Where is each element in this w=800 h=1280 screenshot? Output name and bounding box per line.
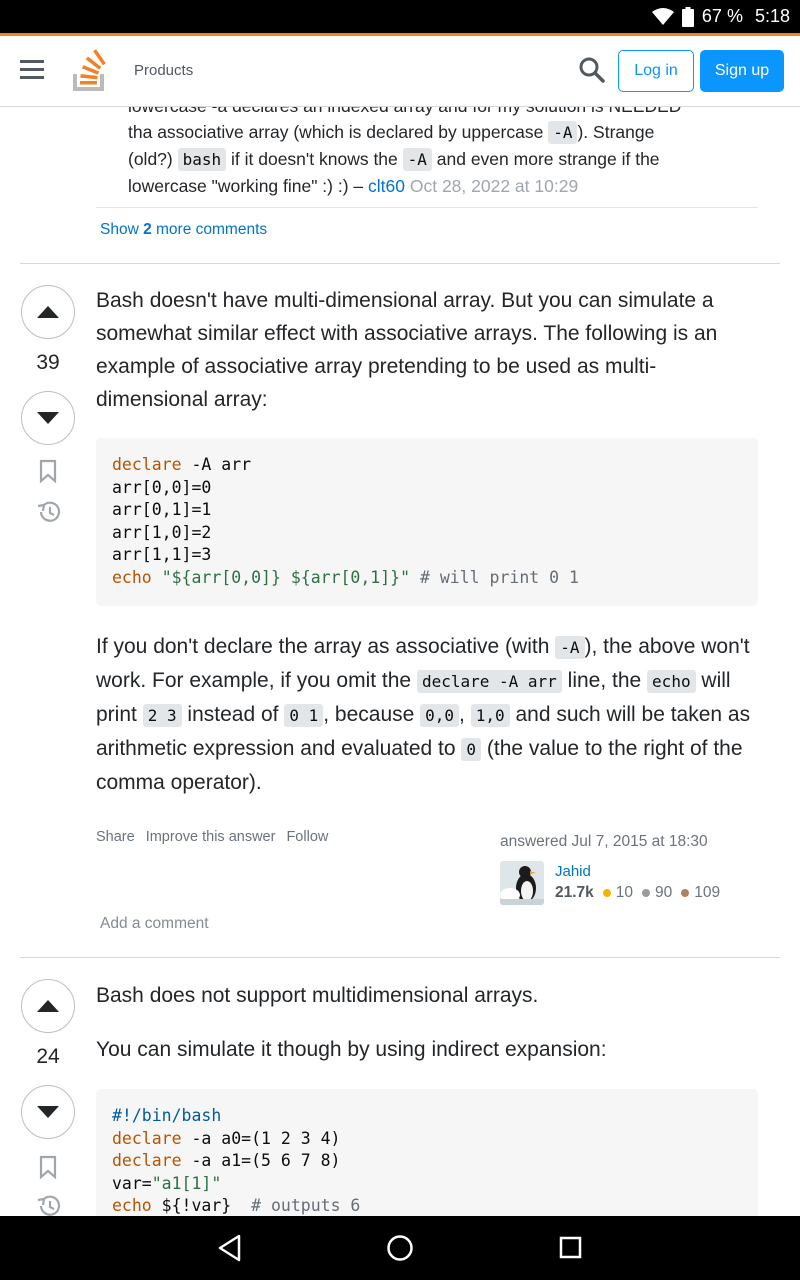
add-comment-link[interactable]: Add a comment bbox=[100, 915, 209, 933]
downvote-button[interactable] bbox=[21, 1085, 75, 1139]
answer-divider bbox=[20, 263, 780, 264]
comment-line-4: lowercase "working fine" :) :) – clt60 O… bbox=[128, 176, 579, 196]
user-signature: answered Jul 7, 2015 at 18:30 Jahid 21.7… bbox=[500, 833, 770, 905]
answer-paragraph: You can simulate it though by using indi… bbox=[96, 1038, 607, 1061]
inline-code: -A bbox=[548, 121, 578, 144]
arrow-up-icon bbox=[37, 306, 59, 318]
avatar[interactable] bbox=[500, 861, 544, 905]
show-more-comments-link[interactable]: Show 2 more comments bbox=[100, 221, 267, 239]
bookmark-icon[interactable] bbox=[36, 459, 60, 484]
home-icon[interactable] bbox=[385, 1233, 415, 1263]
upvote-button[interactable] bbox=[21, 979, 75, 1033]
history-icon[interactable] bbox=[36, 499, 61, 523]
answer-intro: Bash doesn't have multi-dimensional arra… bbox=[96, 289, 718, 411]
clock: 5:18 bbox=[754, 6, 790, 26]
sign-up-button[interactable]: Sign up bbox=[700, 50, 784, 92]
history-icon[interactable] bbox=[36, 1193, 61, 1216]
silver-badge-count: 90 bbox=[655, 884, 673, 901]
site-header: Products Log in Sign up bbox=[0, 33, 800, 107]
battery-percent: 67 % bbox=[701, 6, 743, 26]
bookmark-icon[interactable] bbox=[36, 1155, 60, 1180]
vote-count: 39 bbox=[36, 351, 60, 374]
downvote-button[interactable] bbox=[21, 391, 75, 445]
reputation-score: 21.7k bbox=[555, 884, 594, 901]
arrow-down-icon bbox=[37, 1106, 59, 1118]
search-icon[interactable] bbox=[578, 56, 606, 84]
silver-badge-icon bbox=[642, 889, 651, 897]
comment-date[interactable]: Oct 28, 2022 at 10:29 bbox=[410, 176, 578, 196]
share-link[interactable]: Share bbox=[96, 829, 135, 845]
answer-paragraph: Bash does not support multidimensional a… bbox=[96, 984, 539, 1007]
main-content: lowercase -a declares an indexed array a… bbox=[0, 93, 800, 1216]
battery-icon bbox=[681, 6, 694, 27]
android-nav-bar bbox=[0, 1216, 800, 1280]
status-bar: 67 % 5:18 bbox=[0, 0, 800, 33]
upvote-button[interactable] bbox=[21, 285, 75, 339]
answered-time[interactable]: answered Jul 7, 2015 at 18:30 bbox=[500, 833, 770, 851]
comment-text: lowercase -a declares an indexed array a… bbox=[128, 93, 768, 199]
bronze-badge-count: 109 bbox=[694, 884, 721, 901]
wifi-icon bbox=[651, 7, 674, 25]
arrow-up-icon bbox=[37, 1000, 59, 1012]
inline-code: -A bbox=[402, 148, 432, 171]
hamburger-menu-icon[interactable] bbox=[20, 60, 44, 80]
gold-badge-count: 10 bbox=[615, 884, 634, 901]
code-block: #!/bin/bash declare -a a0=(1 2 3 4) decl… bbox=[96, 1089, 758, 1216]
divider bbox=[96, 207, 758, 208]
recent-apps-icon[interactable] bbox=[556, 1233, 586, 1263]
vote-count: 24 bbox=[36, 1045, 60, 1068]
comment-line-2: tha associative array (which is declared… bbox=[128, 121, 655, 144]
improve-answer-link[interactable]: Improve this answer bbox=[146, 829, 276, 845]
code-block: declare -A arr arr[0,0]=0 arr[0,1]=1 arr… bbox=[96, 438, 758, 606]
stackoverflow-logo-icon bbox=[73, 49, 106, 91]
follow-link[interactable]: Follow bbox=[286, 829, 328, 845]
user-name-link[interactable]: Jahid bbox=[555, 863, 591, 880]
user-reputation: 21.7k 10 90 109 bbox=[555, 884, 720, 902]
gold-badge-icon bbox=[602, 889, 611, 897]
bronze-badge-icon bbox=[681, 889, 690, 897]
stackoverflow-logo[interactable] bbox=[72, 48, 108, 97]
comment-line-3: (old?) bash if it doesn't knows the -A a… bbox=[128, 148, 660, 171]
arrow-down-icon bbox=[37, 412, 59, 424]
post-menu: Share Improve this answer Follow bbox=[96, 829, 328, 845]
answer-divider bbox=[20, 957, 780, 958]
inline-code: bash bbox=[177, 148, 227, 171]
comment-user-link[interactable]: clt60 bbox=[368, 176, 405, 196]
products-link[interactable]: Products bbox=[134, 62, 193, 79]
answer-explanation: If you don't declare the array as associ… bbox=[96, 635, 751, 794]
back-icon[interactable] bbox=[215, 1233, 245, 1263]
log-in-button[interactable]: Log in bbox=[618, 50, 694, 92]
